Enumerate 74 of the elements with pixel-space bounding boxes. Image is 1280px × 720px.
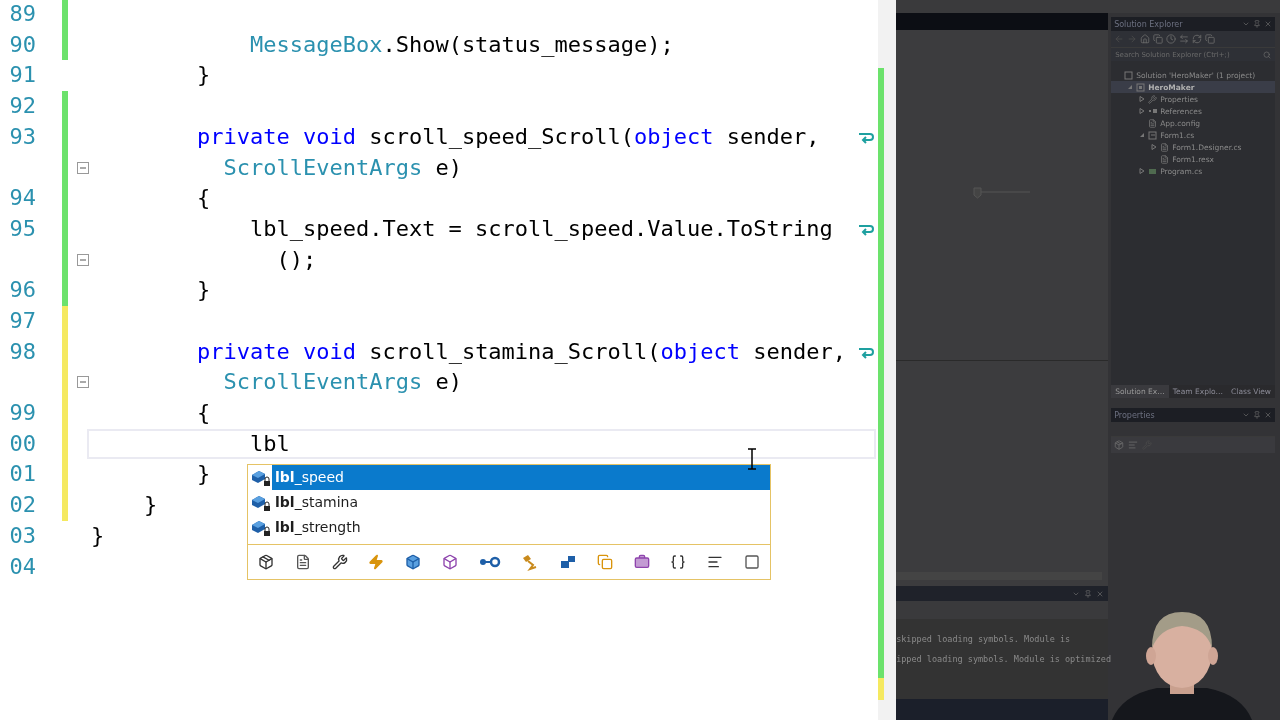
references-icon <box>1148 106 1158 116</box>
completion-item[interactable]: lbl_strength <box>272 515 770 540</box>
collapsed-arrow-icon[interactable] <box>1139 168 1146 174</box>
line-number: 95 <box>8 214 36 243</box>
clock-icon[interactable] <box>1166 34 1177 44</box>
file-icon <box>1160 142 1170 152</box>
line-number: 97 <box>8 306 36 335</box>
line-number: 02 <box>8 491 36 520</box>
code-line: } <box>91 521 105 550</box>
output-line: skipped loading symbols. Module is <box>896 633 1072 646</box>
horizontal-scrollbar[interactable] <box>896 572 1103 580</box>
dropdown-icon[interactable] <box>1242 20 1250 28</box>
home-icon[interactable] <box>1140 34 1151 44</box>
sync-icon[interactable] <box>1179 34 1190 44</box>
refresh-icon[interactable] <box>1192 34 1203 44</box>
line-number: 96 <box>8 276 36 305</box>
collapsed-arrow-icon[interactable] <box>1151 144 1158 150</box>
file-icon <box>1148 118 1158 128</box>
line-number: 89 <box>8 0 36 28</box>
code-line: lbl <box>248 429 290 458</box>
search-icon <box>1263 50 1271 59</box>
dropdown-icon[interactable] <box>1242 411 1250 419</box>
close-icon[interactable] <box>1264 20 1272 28</box>
close-icon[interactable] <box>1096 589 1105 598</box>
text-cursor-icon <box>746 448 758 470</box>
wrench-icon <box>1148 94 1158 104</box>
stacked-pages-icon[interactable] <box>1153 34 1164 44</box>
line-number: 91 <box>8 61 36 90</box>
forward-icon[interactable] <box>1127 34 1138 44</box>
code-line: { <box>195 399 211 428</box>
line-number: 04 <box>8 552 36 581</box>
code-line: MessageBox.Show(status_message); <box>248 30 674 59</box>
back-icon[interactable] <box>1114 34 1125 44</box>
form-icon <box>1148 130 1158 140</box>
code-line: } <box>195 276 211 305</box>
scrollbar-track[interactable] <box>878 0 897 720</box>
code-line: (); <box>275 245 317 274</box>
line-number: 92 <box>8 92 36 121</box>
completion-item[interactable]: lbl_speed <box>272 465 770 490</box>
code-line: } <box>195 61 211 90</box>
pin-icon[interactable] <box>1253 20 1261 28</box>
panel-title: Solution Explorer <box>1114 19 1184 29</box>
output-line: ipped loading symbols. Module is optimized <box>896 653 1109 666</box>
close-icon[interactable] <box>1264 411 1272 419</box>
line-number: 98 <box>8 337 36 366</box>
project-icon <box>1136 82 1146 92</box>
line-number: 93 <box>8 122 36 151</box>
code-line: private void scroll_stamina_Scroll(object sender, <box>195 337 846 366</box>
code-line: private void scroll_speed_Scroll(object sender, <box>195 122 820 151</box>
line-number: 00 <box>8 429 36 458</box>
collapse-icon[interactable] <box>77 253 89 266</box>
line-number: 90 <box>8 30 36 59</box>
code-line: lbl_speed.Text = scroll_speed.Value.ToString <box>248 214 833 243</box>
pin-icon[interactable] <box>1253 411 1261 419</box>
line-number: 99 <box>8 399 36 428</box>
pin-icon[interactable] <box>1084 589 1093 598</box>
panel-title: Properties <box>1114 410 1156 420</box>
code-line: } <box>195 460 211 489</box>
collapse-icon[interactable] <box>77 161 89 174</box>
code-line: ScrollEventArgs e) <box>222 153 462 182</box>
line-number: 94 <box>8 184 36 213</box>
solution-icon <box>1124 70 1134 80</box>
csharp-file-icon <box>1148 166 1158 176</box>
collapse-icon[interactable] <box>77 376 89 389</box>
code-line: ScrollEventArgs e) <box>222 368 462 397</box>
sort-icon[interactable] <box>1128 440 1139 450</box>
file-icon <box>1160 154 1170 164</box>
line-number: 01 <box>8 460 36 489</box>
code-line: } <box>142 491 158 520</box>
expanded-arrow-icon[interactable] <box>1127 84 1134 90</box>
line-number: 03 <box>8 521 36 550</box>
expanded-arrow-icon[interactable] <box>1139 132 1146 138</box>
completion-item[interactable]: lbl_stamina <box>272 490 770 515</box>
code-line: { <box>195 184 211 213</box>
